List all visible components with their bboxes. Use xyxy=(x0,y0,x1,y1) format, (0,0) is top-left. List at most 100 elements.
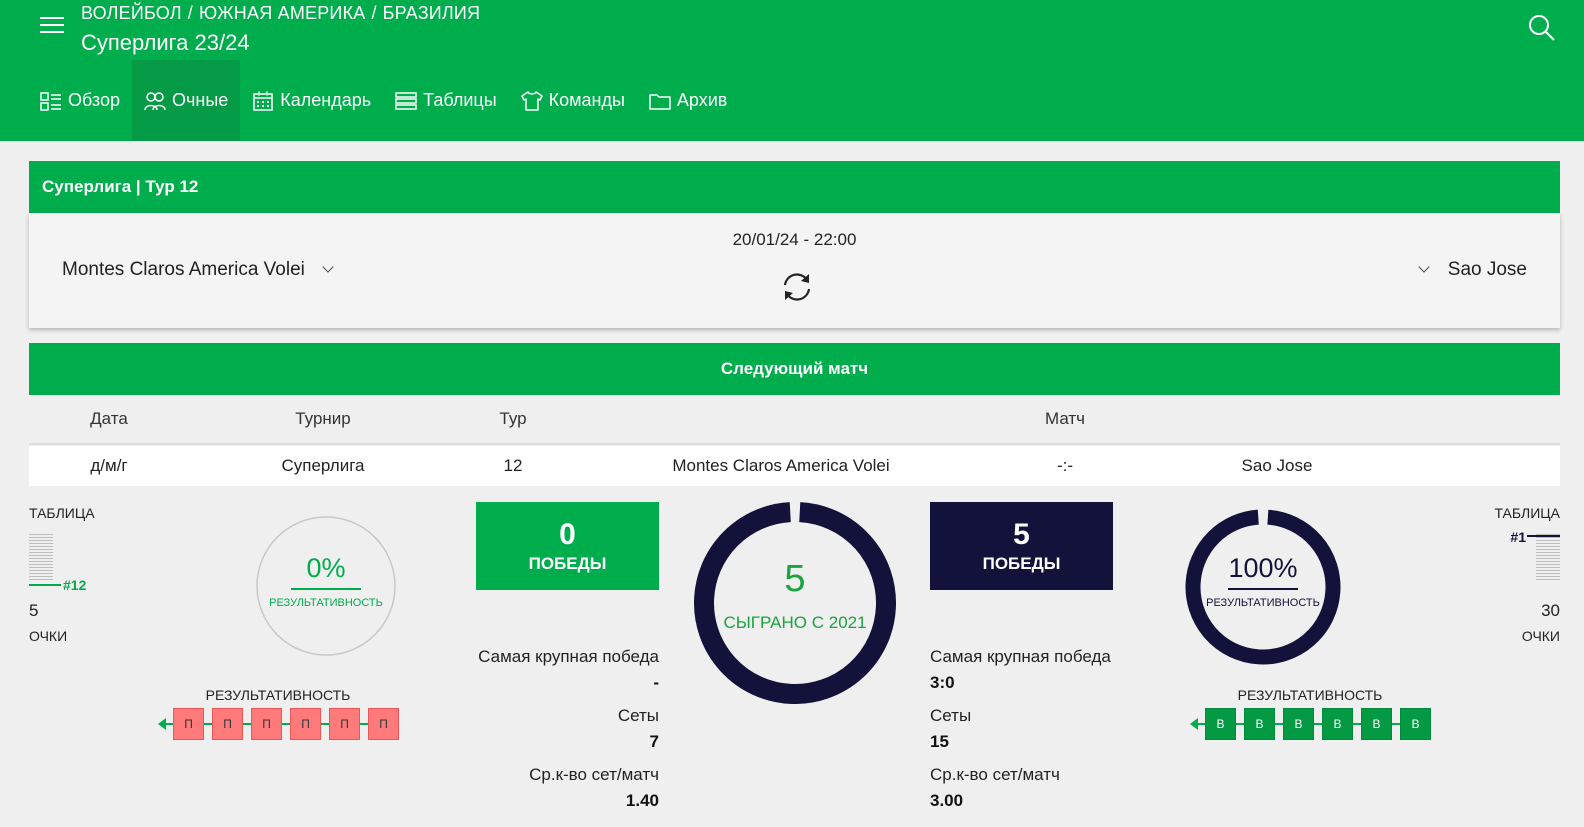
home-table-label: ТАБЛИЦА xyxy=(29,505,95,521)
swap-teams-icon[interactable] xyxy=(780,270,814,304)
home-biggest-win: - xyxy=(653,673,659,692)
home-avg-label: Ср.к-во сет/матч xyxy=(529,765,659,784)
away-avg: 3.00 xyxy=(930,791,964,810)
top-bar: ВОЛЕЙБОЛ / ЮЖНАЯ АМЕРИКА / БРАЗИЛИЯ Суперлиг… xyxy=(0,0,1584,141)
tab-label: Архив xyxy=(676,90,728,110)
form-result[interactable]: П xyxy=(173,708,204,740)
away-table-label: ТАБЛИЦА xyxy=(1494,505,1560,521)
away-wins: 5 xyxy=(1013,518,1030,551)
away-points: 30 xyxy=(1541,601,1560,620)
home-efficiency-ring xyxy=(256,516,396,656)
next-match-score: -:- xyxy=(1056,456,1074,475)
column-header-match: Матч xyxy=(1044,409,1086,428)
chevron-down-icon xyxy=(322,261,334,273)
away-efficiency-ring xyxy=(1185,509,1341,665)
away-standings-ladder xyxy=(1536,534,1560,582)
home-wins-label: ПОБЕДЫ xyxy=(528,554,607,573)
tab-head-to-head[interactable]: Очные xyxy=(132,60,241,141)
away-efficiency-label: РЕЗУЛЬТАТИВНОСТЬ xyxy=(1206,597,1320,609)
home-sets: 7 xyxy=(649,732,659,751)
form-result[interactable]: П xyxy=(212,708,243,740)
tab-teams[interactable]: Команды xyxy=(509,60,637,141)
column-header-date: Дата xyxy=(90,409,128,428)
tables-icon xyxy=(395,91,417,110)
tab-label: Команды xyxy=(548,90,625,110)
home-sets-label: Сеты xyxy=(617,706,659,725)
tab-archive[interactable]: Архив xyxy=(637,60,739,141)
form-result[interactable]: П xyxy=(329,708,360,740)
home-points-label: ОЧКИ xyxy=(29,628,68,644)
next-match-heading: Следующий матч xyxy=(29,343,1560,395)
away-efficiency-value: 100% xyxy=(1228,553,1298,583)
next-match-row[interactable]: д/м/г Суперлига 12 Montes Claros America… xyxy=(29,446,1560,486)
breadcrumb: ВОЛЕЙБОЛ / ЮЖНАЯ АМЕРИКА / БРАЗИЛИЯ xyxy=(81,3,481,23)
breadcrumb-country[interactable]: БРАЗИЛИЯ xyxy=(383,3,481,23)
away-wins-box: 5 ПОБЕДЫ xyxy=(930,502,1113,590)
away-wins-label: ПОБЕДЫ xyxy=(982,554,1061,573)
column-header-round: Тур xyxy=(499,409,527,428)
next-match-tournament: Суперлига xyxy=(281,456,365,475)
away-points-label: ОЧКИ xyxy=(1521,628,1560,644)
match-card: Montes Claros America Volei 20/01/24 - 2… xyxy=(29,213,1560,328)
form-result[interactable]: П xyxy=(290,708,321,740)
home-biggest-win-label: Самая крупная победа xyxy=(478,647,659,666)
match-datetime: 20/01/24 - 22:00 xyxy=(732,230,857,249)
home-efficiency-label: РЕЗУЛЬТАТИВНОСТЬ xyxy=(269,597,383,609)
form-result[interactable]: В xyxy=(1400,708,1431,740)
tab-overview[interactable]: Обзор xyxy=(28,60,132,141)
next-match-date: д/м/г xyxy=(90,456,128,475)
next-match-home[interactable]: Montes Claros America Volei xyxy=(672,456,889,476)
home-efficiency-value: 0% xyxy=(306,553,346,583)
home-form-row: ПППППП xyxy=(157,708,399,740)
home-team-selector[interactable]: Montes Claros America Volei xyxy=(62,259,334,281)
breadcrumb-sport[interactable]: ВОЛЕЙБОЛ xyxy=(81,3,182,23)
head-to-head-icon xyxy=(144,91,166,110)
away-sets-label: Сеты xyxy=(930,706,972,725)
tab-label: Очные xyxy=(172,90,229,110)
calendar-icon xyxy=(253,91,274,111)
breadcrumb-region[interactable]: ЮЖНАЯ АМЕРИКА xyxy=(199,3,365,23)
tab-label: Обзор xyxy=(68,90,120,110)
form-result[interactable]: В xyxy=(1322,708,1353,740)
next-match-round: 12 xyxy=(503,456,523,475)
form-result[interactable]: П xyxy=(251,708,282,740)
jersey-icon xyxy=(520,90,543,111)
chevron-down-icon xyxy=(1418,261,1431,273)
match-panel-heading: Суперлига | Тур 12 xyxy=(29,161,1560,213)
home-form-label: РЕЗУЛЬТАТИВНОСТЬ xyxy=(205,687,351,703)
home-points: 5 xyxy=(29,601,39,620)
overview-icon xyxy=(40,91,61,111)
away-team-name: Sao Jose xyxy=(1447,259,1527,280)
next-match-header-row: Дата Турнир Тур Матч xyxy=(29,395,1560,445)
away-rank-marker xyxy=(1527,535,1560,537)
matches-played-label: СЫГРАНО С 2021 xyxy=(723,613,867,632)
away-team-selector[interactable]: Sao Jose xyxy=(1418,259,1527,281)
home-rank-marker xyxy=(29,584,61,586)
search-icon[interactable] xyxy=(1527,13,1557,43)
matches-played-ring xyxy=(694,502,896,704)
home-efficiency-underline xyxy=(291,588,361,590)
away-efficiency-underline xyxy=(1228,588,1298,590)
tab-label: Календарь xyxy=(280,90,372,110)
form-result[interactable]: В xyxy=(1361,708,1392,740)
form-result[interactable]: В xyxy=(1244,708,1275,740)
away-form-row: ВВВВВВ xyxy=(1189,708,1431,740)
away-form-label: РЕЗУЛЬТАТИВНОСТЬ xyxy=(1237,687,1383,703)
tab-label: Таблицы xyxy=(423,90,497,110)
form-result[interactable]: В xyxy=(1283,708,1314,740)
away-avg-label: Ср.к-во сет/матч xyxy=(930,765,1060,784)
next-match-away[interactable]: Sao Jose xyxy=(1242,456,1313,476)
page-title: Суперлига 23/24 xyxy=(81,30,250,55)
away-biggest-win: 3:0 xyxy=(930,673,955,692)
tab-tables[interactable]: Таблицы xyxy=(383,60,509,141)
away-rank: #1 xyxy=(1510,529,1526,545)
home-rank: #12 xyxy=(63,577,87,593)
tab-calendar[interactable]: Календарь xyxy=(240,60,383,141)
away-sets: 15 xyxy=(930,732,949,751)
menu-icon[interactable] xyxy=(40,15,64,35)
form-result[interactable]: В xyxy=(1205,708,1236,740)
tab-bar: Обзор Очные Календарь Таблицы Команды Ар… xyxy=(28,60,739,141)
form-result[interactable]: П xyxy=(368,708,399,740)
matches-played-count: 5 xyxy=(784,558,806,600)
home-avg: 1.40 xyxy=(625,791,659,810)
